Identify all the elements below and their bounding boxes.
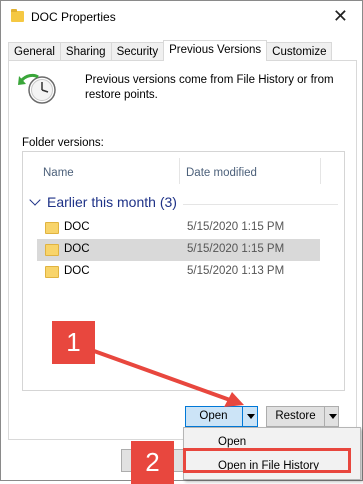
open-split-button[interactable]: Open (185, 406, 258, 427)
tab-strip: General Sharing Security Previous Versio… (8, 40, 333, 61)
row-date: 5/15/2020 1:13 PM (187, 265, 285, 277)
column-name[interactable]: Name (43, 167, 74, 179)
dropdown-arrow-icon[interactable] (247, 414, 255, 419)
group-divider (183, 204, 338, 205)
tab-sharing[interactable]: Sharing (59, 42, 112, 61)
tab-previous-versions[interactable]: Previous Versions (163, 40, 268, 61)
row-date: 5/15/2020 1:15 PM (187, 243, 285, 255)
dropdown-arrow-icon[interactable] (329, 414, 337, 419)
folder-icon (11, 9, 24, 22)
split-divider (242, 407, 243, 426)
callout-badge-2: 2 (131, 441, 174, 484)
row-name: DOC (64, 221, 90, 233)
tab-customize[interactable]: Customize (266, 42, 333, 61)
close-icon[interactable]: ✕ (333, 7, 348, 25)
open-button[interactable]: Open (186, 407, 241, 426)
table-row[interactable]: DOC 5/15/2020 1:13 PM (37, 261, 320, 283)
restore-button[interactable]: Restore (267, 407, 324, 426)
group-label: Earlier this month (3) (47, 194, 177, 210)
folder-icon (45, 266, 59, 278)
group-header[interactable]: Earlier this month (3) (29, 194, 177, 210)
chevron-down-icon[interactable] (29, 194, 41, 206)
table-row[interactable]: DOC 5/15/2020 1:15 PM (37, 239, 320, 261)
title-bar: DOC Properties ✕ (1, 1, 362, 33)
split-divider (324, 407, 325, 426)
highlight-rectangle (183, 448, 351, 473)
folder-icon (45, 222, 59, 234)
row-date: 5/15/2020 1:15 PM (187, 221, 285, 233)
tab-security[interactable]: Security (110, 42, 165, 61)
column-separator[interactable] (320, 158, 321, 184)
row-name: DOC (64, 265, 90, 277)
tab-general[interactable]: General (8, 42, 61, 61)
column-header: Name Date modified (23, 152, 344, 184)
callout-badge-1: 1 (52, 321, 95, 364)
folder-versions-label: Folder versions: (22, 137, 104, 149)
window-title: DOC Properties (31, 10, 116, 24)
folder-icon (45, 244, 59, 256)
file-history-icon (18, 73, 56, 104)
table-row[interactable]: DOC 5/15/2020 1:15 PM (37, 217, 320, 239)
column-date-modified[interactable]: Date modified (186, 167, 257, 179)
properties-dialog: DOC Properties ✕ General Sharing Securit… (0, 0, 363, 481)
column-separator[interactable] (179, 158, 180, 184)
description-text: Previous versions come from File History… (85, 74, 334, 101)
restore-split-button[interactable]: Restore (266, 406, 339, 427)
row-name: DOC (64, 243, 90, 255)
